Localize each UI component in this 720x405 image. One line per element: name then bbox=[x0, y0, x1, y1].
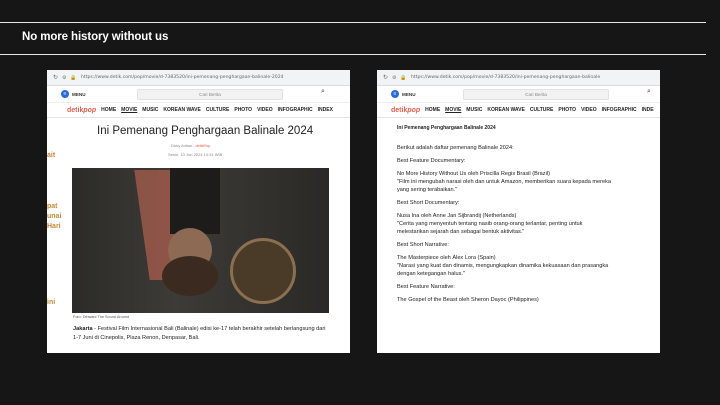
browser-url-bar[interactable]: ↻ ⚙ 🔒 https://www.detik.com/pop/movie/d-… bbox=[47, 70, 350, 86]
nav-movie[interactable]: MOVIE bbox=[445, 107, 461, 113]
photo-caption: Foto: Dthwani The Sound Around bbox=[73, 315, 130, 319]
top-divider bbox=[0, 22, 706, 23]
photo-dark-figure bbox=[170, 168, 220, 234]
lock-icon: 🔒 bbox=[70, 74, 77, 81]
article-date: Senin, 10 Jun 2024 13:31 WIB bbox=[168, 152, 223, 157]
photo-hair bbox=[162, 256, 218, 296]
list-line: No More History Without Us oleh Priscill… bbox=[397, 171, 550, 177]
list-line: The Gospel of the Beast oleh Sheron Dayo… bbox=[397, 297, 539, 303]
menu-icon[interactable]: ≡ bbox=[391, 90, 399, 98]
article-title-small: Ini Pemenang Penghargaan Balinale 2024 bbox=[397, 125, 496, 131]
side-banner-text-2: pat bbox=[47, 203, 58, 210]
nav-music[interactable]: MUSIC bbox=[142, 107, 158, 113]
list-line: Best Feature Narrative: bbox=[397, 284, 455, 290]
list-line: Berikut adalah daftar pemenang Balinale … bbox=[397, 145, 514, 151]
list-line: "Cerita yang menyentuh tentang nasib ora… bbox=[397, 221, 583, 227]
nav-home[interactable]: HOME bbox=[101, 107, 116, 113]
list-line: Best Feature Documentary: bbox=[397, 158, 466, 164]
article-title: Ini Pemenang Penghargaan Balinale 2024 bbox=[97, 125, 314, 137]
article-byline: Dicky Ardian - detikPop bbox=[171, 144, 210, 148]
browser-url-bar[interactable]: ↻ ⚙ 🔒 https://www.detik.com/pop/movie/d-… bbox=[377, 70, 660, 86]
bottom-divider bbox=[0, 54, 706, 55]
tune-icon: ⚙ bbox=[62, 74, 67, 81]
photo-round-object bbox=[230, 238, 296, 304]
list-line: "Film ini mengubah narasi oleh dan untuk… bbox=[397, 179, 612, 185]
nav-korean-wave[interactable]: KOREAN WAVE bbox=[487, 107, 524, 113]
lead-place: Jakarta bbox=[73, 326, 93, 332]
side-banner-text-5: ini bbox=[47, 299, 56, 306]
nav-video[interactable]: VIDEO bbox=[257, 107, 273, 113]
winners-list: Berikut adalah daftar pemenang Balinale … bbox=[397, 144, 657, 304]
menu-icon[interactable]: ≡ bbox=[61, 90, 69, 98]
search-input[interactable]: Cari Berita bbox=[137, 89, 283, 100]
byline-author[interactable]: Dicky Ardian bbox=[171, 144, 192, 148]
reload-icon[interactable]: ↻ bbox=[383, 74, 392, 81]
site-menubar: ≡ MENU Cari Berita ⌕ bbox=[47, 86, 350, 103]
nav-infographic[interactable]: INFOGRAPHIC bbox=[278, 107, 313, 113]
list-line: melestarikan sejarah dan sebagai bentuk … bbox=[397, 229, 525, 235]
lead-text: - Festival Film Internasional Bali (Bali… bbox=[73, 326, 326, 341]
list-line: Nusa Ina oleh Anne Jan Sijbrandij (Nethe… bbox=[397, 213, 517, 219]
site-menubar: ≡ MENU Cari Berita ⌕ bbox=[377, 86, 660, 103]
menu-label[interactable]: MENU bbox=[72, 92, 86, 97]
side-banner-text-3: unai bbox=[47, 213, 62, 220]
site-navbar: detikpop HOME MOVIE MUSIC KOREAN WAVE CU… bbox=[47, 103, 350, 118]
nav-infographic[interactable]: INFOGRAPHIC bbox=[602, 107, 637, 113]
nav-home[interactable]: HOME bbox=[425, 107, 440, 113]
nav-music[interactable]: MUSIC bbox=[466, 107, 482, 113]
slide-title: No more history without us bbox=[22, 31, 169, 43]
nav-photo[interactable]: PHOTO bbox=[234, 107, 252, 113]
list-line: dengan ketegangan halus." bbox=[397, 271, 465, 277]
nav-photo[interactable]: PHOTO bbox=[558, 107, 576, 113]
tune-icon: ⚙ bbox=[392, 74, 397, 81]
search-input[interactable]: Cari Berita bbox=[463, 89, 609, 100]
right-article-screenshot: ↻ ⚙ 🔒 https://www.detik.com/pop/movie/d-… bbox=[377, 70, 660, 353]
article-photo bbox=[72, 168, 329, 313]
site-navbar: detikpop HOME MOVIE MUSIC KOREAN WAVE CU… bbox=[377, 103, 660, 118]
nav-index[interactable]: INDE bbox=[642, 107, 654, 113]
side-banner-text-4: Hari bbox=[47, 223, 61, 230]
list-line: Best Short Narrative: bbox=[397, 242, 449, 248]
lock-icon: 🔒 bbox=[400, 74, 407, 81]
url-text[interactable]: https://www.detik.com/pop/movie/d-738352… bbox=[81, 75, 284, 80]
nav-index[interactable]: INDEX bbox=[318, 107, 333, 113]
menu-label[interactable]: MENU bbox=[402, 92, 416, 97]
list-line: yang sering terabaikan." bbox=[397, 187, 458, 193]
article-lead: Jakarta - Festival Film Internasional Ba… bbox=[73, 325, 328, 343]
nav-culture[interactable]: CULTURE bbox=[206, 107, 230, 113]
side-banner-text-1: ait bbox=[47, 152, 56, 159]
nav-korean-wave[interactable]: KOREAN WAVE bbox=[163, 107, 200, 113]
search-icon[interactable]: ⌕ bbox=[321, 88, 325, 96]
detikpop-logo[interactable]: detikpop bbox=[67, 107, 96, 114]
nav-video[interactable]: VIDEO bbox=[581, 107, 597, 113]
search-icon[interactable]: ⌕ bbox=[647, 88, 651, 96]
detikpop-logo[interactable]: detikpop bbox=[391, 107, 420, 114]
left-article-screenshot: ↻ ⚙ 🔒 https://www.detik.com/pop/movie/d-… bbox=[47, 70, 350, 353]
list-line: The Masterpiece oleh Àlex Lora (Spain) bbox=[397, 255, 496, 261]
nav-culture[interactable]: CULTURE bbox=[530, 107, 554, 113]
byline-site[interactable]: detikPop bbox=[195, 144, 210, 148]
nav-movie[interactable]: MOVIE bbox=[121, 107, 137, 113]
url-text[interactable]: https://www.detik.com/pop/movie/d-738352… bbox=[411, 75, 600, 80]
list-line: "Narasi yang kuat dan dinamis, mengungka… bbox=[397, 263, 609, 269]
reload-icon[interactable]: ↻ bbox=[53, 74, 62, 81]
list-line: Best Short Documentary: bbox=[397, 200, 460, 206]
